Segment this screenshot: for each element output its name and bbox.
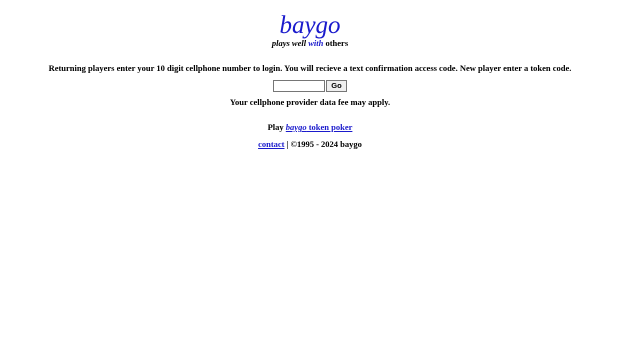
contact-link[interactable]: contact [258,139,284,149]
go-button[interactable]: Go [326,80,347,92]
login-instructions: Returning players enter your 10 digit ce… [48,63,572,73]
page: baygo plays well with others Returning p… [0,0,620,343]
phone-number-input[interactable] [273,80,326,92]
copyright-text: ©1995 - 2024 baygo [290,139,362,149]
token-poker-link[interactable]: baygo token poker [286,122,353,132]
data-fee-note: Your cellphone provider data fee may app… [229,97,391,107]
tagline-part-2: with [308,38,324,48]
tagline-part-1: plays well [271,38,309,48]
tagline: plays well with others [0,38,620,49]
tagline-part-3: others [323,38,349,48]
play-line: Play baygo token poker [0,122,620,133]
login-form: Go [0,80,620,92]
play-prefix: Play [267,122,286,132]
token-poker-label: token poker [306,122,353,132]
token-poker-brand: baygo [285,122,307,132]
footer: contact | ©1995 - 2024 baygo [0,139,620,150]
